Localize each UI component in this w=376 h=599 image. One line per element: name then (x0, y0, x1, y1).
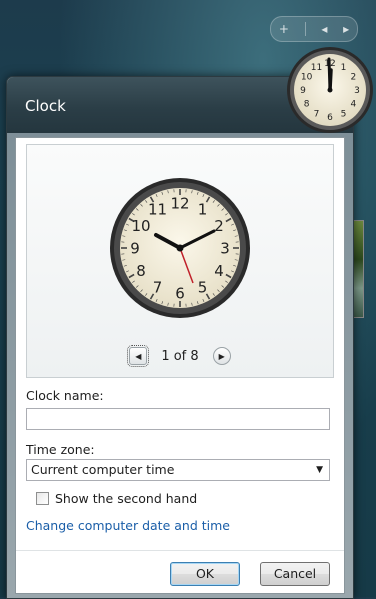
desktop-clock-numeral-3: 3 (354, 86, 360, 96)
clock-center-cap (177, 245, 184, 252)
clock-preview-face: 12 12 3 45678 9 1011 (109, 177, 251, 319)
footer-divider (16, 550, 344, 551)
clock-preview-panel: 12 12 3 45678 9 1011 ◀ 1 of 8 ▶ (26, 144, 334, 378)
clock-numeral-10: 10 (131, 217, 150, 235)
desktop-clock-numeral-5: 5 (341, 110, 347, 120)
clock-numeral-2: 2 (214, 217, 224, 235)
time-zone-selected-value: Current computer time (31, 462, 174, 477)
clock-name-label: Clock name: (26, 388, 104, 403)
clock-numeral-4: 4 (214, 262, 224, 280)
previous-page-icon[interactable]: ◂ (321, 22, 327, 36)
add-gadget-icon[interactable]: + (279, 22, 289, 36)
desktop-clock-numeral-2: 2 (351, 73, 357, 83)
desktop-clock-numeral-1: 1 (341, 63, 347, 73)
desktop-clock-center-cap (328, 88, 333, 93)
clock-name-input[interactable] (26, 408, 330, 430)
next-clock-button[interactable]: ▶ (213, 347, 231, 365)
time-zone-label: Time zone: (26, 442, 95, 457)
clock-numeral-3: 3 (220, 239, 230, 257)
time-zone-dropdown[interactable]: Current computer time ▼ (26, 459, 330, 481)
dialog-title: Clock (25, 97, 66, 115)
second-hand-checkbox[interactable] (36, 492, 49, 505)
clock-numeral-12: 12 (170, 194, 189, 212)
desktop-clock-numeral-6: 6 (327, 113, 333, 123)
desktop-clock-numeral-10: 10 (301, 73, 313, 83)
clock-numeral-6: 6 (175, 284, 185, 302)
desktop-clock-hour-hand (330, 70, 331, 90)
desktop-clock-gadget[interactable]: 121234567891011 (286, 46, 374, 134)
previous-clock-button[interactable]: ◀ (129, 347, 147, 365)
dialog-content: 12 12 3 45678 9 1011 ◀ 1 of 8 ▶ Clock name: T… (15, 137, 345, 594)
clock-numeral-7: 7 (153, 278, 163, 296)
clock-numeral-11: 11 (148, 200, 167, 218)
clock-numeral-8: 8 (136, 262, 146, 280)
desktop-clock-numeral-4: 4 (351, 100, 357, 110)
clock-style-pager: ◀ 1 of 8 ▶ (27, 335, 333, 377)
clock-numeral-9: 9 (130, 239, 140, 257)
desktop-clock-numeral-8: 8 (304, 100, 310, 110)
toolbar-separator (305, 22, 306, 36)
dropdown-arrow-icon: ▼ (316, 460, 323, 480)
second-hand-label: Show the second hand (55, 491, 197, 506)
change-date-time-link[interactable]: Change computer date and time (26, 518, 230, 533)
clock-page-indicator: 1 of 8 (161, 349, 198, 364)
next-page-icon[interactable]: ▸ (343, 22, 349, 36)
cancel-button[interactable]: Cancel (260, 562, 330, 586)
clock-numeral-5: 5 (198, 278, 208, 296)
desktop-clock-numeral-9: 9 (300, 86, 306, 96)
second-hand-option[interactable]: Show the second hand (36, 491, 197, 506)
ok-button[interactable]: OK (170, 562, 240, 586)
clock-numeral-1: 1 (198, 200, 208, 218)
desktop-clock-numeral-11: 11 (311, 63, 322, 73)
clock-settings-dialog: Clock 121234567891011 (6, 76, 354, 599)
gadget-sidebar-toolbar: + ◂ ▸ (270, 16, 358, 42)
desktop-clock-numeral-7: 7 (314, 110, 320, 120)
